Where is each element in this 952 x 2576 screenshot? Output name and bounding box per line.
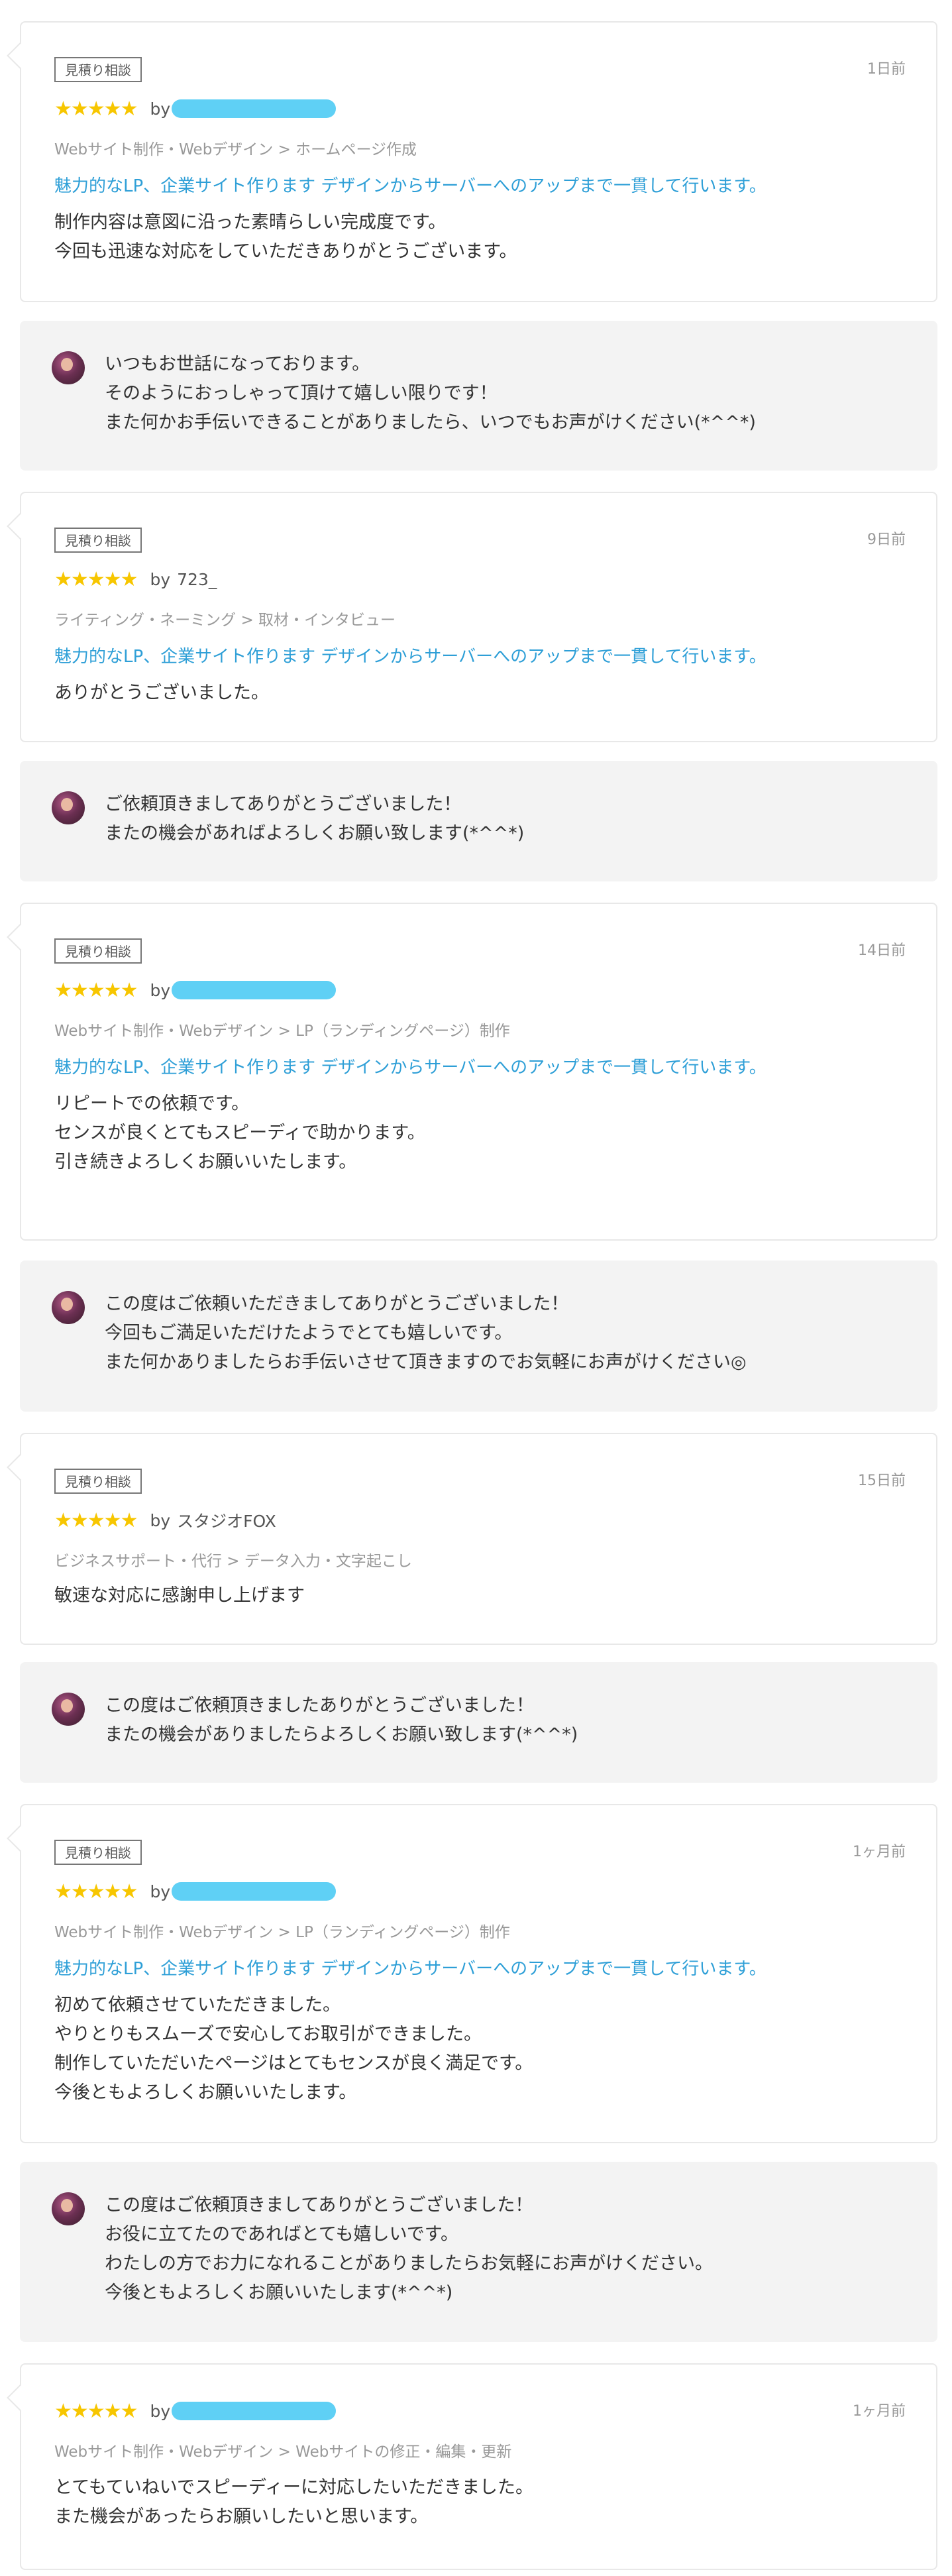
rating-row: ★★★★★ by [54, 977, 337, 1003]
rating-row: ★★★★★ by [54, 2398, 337, 2424]
by-label: by [150, 1881, 171, 1901]
by-label: by [150, 2401, 171, 2421]
star-rating-icon: ★★★★★ [54, 1879, 138, 1903]
category-breadcrumb: Webサイト制作・Webデザイン > Webサイトの修正・編集・更新 [54, 2443, 512, 2461]
review-card: 見積り相談 1ヶ月前 ★★★★★ by Webサイト制作・Webデザイン > L… [7, 1804, 937, 2143]
reviewer-name[interactable]: スタジオFOX [177, 1508, 276, 1532]
redacted-reviewer-name [172, 1882, 337, 1901]
rating-row: ★★★★★ by 723_ [54, 566, 217, 592]
review-date: 1ヶ月前 [853, 2403, 906, 2420]
service-title-link[interactable]: 魅力的なLP、企業サイト作ります デザインからサーバーへのアップまで一貫して行い… [54, 643, 767, 667]
star-rating-icon: ★★★★★ [54, 1508, 138, 1532]
reply-text: この度はご依頼いただきましてありがとうございました！ 今回もご満足いただけたよう… [105, 1294, 747, 1372]
rating-row: ★★★★★ by [54, 95, 337, 122]
review-text: ありがとうございました。 [54, 683, 269, 703]
consultation-badge: 見積り相談 [54, 1840, 142, 1865]
redacted-reviewer-name [172, 2402, 337, 2420]
rating-row: ★★★★★ by [54, 1878, 337, 1905]
redacted-reviewer-name [172, 981, 337, 999]
redacted-reviewer-name [172, 99, 337, 118]
seller-avatar[interactable] [52, 791, 85, 824]
reviewer-name[interactable]: 723_ [177, 570, 217, 589]
category-breadcrumb: ライティング・ネーミング > 取材・インタビュー [54, 612, 396, 629]
review-card: 1ヶ月前 ★★★★★ by Webサイト制作・Webデザイン > Webサイトの… [7, 2363, 937, 2570]
seller-reply: この度はご依頼頂きましたありがとうございました！ またの機会がありましたらよろし… [20, 1662, 937, 1783]
review-date: 1日前 [867, 61, 906, 78]
review-card: 見積り相談 1日前 ★★★★★ by Webサイト制作・Webデザイン > ホー… [7, 21, 937, 302]
review-text: とてもていねいでスピーディーに対応したいただきました。 また機会があったらお願い… [54, 2477, 534, 2527]
consultation-badge: 見積り相談 [54, 528, 142, 553]
service-title-link[interactable]: 魅力的なLP、企業サイト作ります デザインからサーバーへのアップまで一貫して行い… [54, 1054, 767, 1078]
seller-reply: この度はご依頼いただきましてありがとうございました！ 今回もご満足いただけたよう… [20, 1260, 937, 1412]
seller-reply: いつもお世話になっております。 そのようにおっしゃって頂けて嬉しい限りです！ ま… [20, 321, 937, 471]
category-breadcrumb: Webサイト制作・Webデザイン > LP（ランディングページ）制作 [54, 1023, 510, 1040]
reply-text: いつもお世話になっております。 そのようにおっしゃって頂けて嬉しい限りです！ ま… [105, 354, 756, 433]
review-text: 初めて依頼させていただきました。 やりとりもスムーズで安心してお取引ができました… [54, 1995, 533, 2103]
consultation-badge: 見積り相談 [54, 938, 142, 964]
review-date: 15日前 [858, 1473, 906, 1489]
review-card: 見積り相談 15日前 ★★★★★ by スタジオFOX ビジネスサポート・代行 … [7, 1433, 937, 1645]
reply-text: この度はご依頼頂きましてありがとうございました！ お役に立てたのであればとても嬉… [105, 2195, 713, 2303]
seller-reply: この度はご依頼頂きましてありがとうございました！ お役に立てたのであればとても嬉… [20, 2162, 937, 2342]
reply-text: ご依頼頂きましてありがとうございました！ またの機会があればよろしくお願い致しま… [105, 794, 525, 844]
by-label: by [150, 99, 171, 119]
by-label: by [150, 1510, 171, 1530]
review-date: 14日前 [858, 942, 906, 959]
star-rating-icon: ★★★★★ [54, 97, 138, 121]
review-text: 敏速な対応に感謝申し上げます [54, 1585, 305, 1606]
category-breadcrumb: Webサイト制作・Webデザイン > ホームページ作成 [54, 141, 417, 158]
star-rating-icon: ★★★★★ [54, 2399, 138, 2423]
consultation-badge: 見積り相談 [54, 57, 142, 82]
by-label: by [150, 980, 171, 1000]
review-card: 見積り相談 9日前 ★★★★★ by 723_ ライティング・ネーミング > 取… [7, 492, 937, 742]
seller-reply: ご依頼頂きましてありがとうございました！ またの機会があればよろしくお願い致しま… [20, 761, 937, 881]
review-list: 見積り相談 1日前 ★★★★★ by Webサイト制作・Webデザイン > ホー… [0, 0, 952, 2576]
review-text: リピートでの依頼です。 センスが良くとてもスピーディで助かります。 引き続きよろ… [54, 1093, 425, 1172]
category-breadcrumb: Webサイト制作・Webデザイン > LP（ランディングページ）制作 [54, 1924, 510, 1941]
review-text: 制作内容は意図に沿った素晴らしい完成度です。 今回も迅速な対応をしていただきあり… [54, 212, 517, 262]
seller-avatar[interactable] [52, 1291, 85, 1324]
reply-text: この度はご依頼頂きましたありがとうございました！ またの機会がありましたらよろし… [105, 1695, 578, 1745]
seller-avatar[interactable] [52, 351, 85, 384]
seller-avatar[interactable] [52, 2192, 85, 2225]
service-title-link[interactable]: 魅力的なLP、企業サイト作ります デザインからサーバーへのアップまで一貫して行い… [54, 1955, 767, 1980]
service-title-link[interactable]: 魅力的なLP、企業サイト作ります デザインからサーバーへのアップまで一貫して行い… [54, 172, 767, 197]
seller-avatar[interactable] [52, 1693, 85, 1726]
star-rating-icon: ★★★★★ [54, 567, 138, 591]
review-date: 1ヶ月前 [853, 1844, 906, 1860]
by-label: by [150, 569, 171, 589]
review-card: 見積り相談 14日前 ★★★★★ by Webサイト制作・Webデザイン > L… [7, 903, 937, 1241]
rating-row: ★★★★★ by スタジオFOX [54, 1507, 276, 1534]
star-rating-icon: ★★★★★ [54, 978, 138, 1002]
review-date: 9日前 [867, 532, 906, 548]
consultation-badge: 見積り相談 [54, 1469, 142, 1494]
category-breadcrumb: ビジネスサポート・代行 > データ入力・文字起こし [54, 1553, 412, 1570]
